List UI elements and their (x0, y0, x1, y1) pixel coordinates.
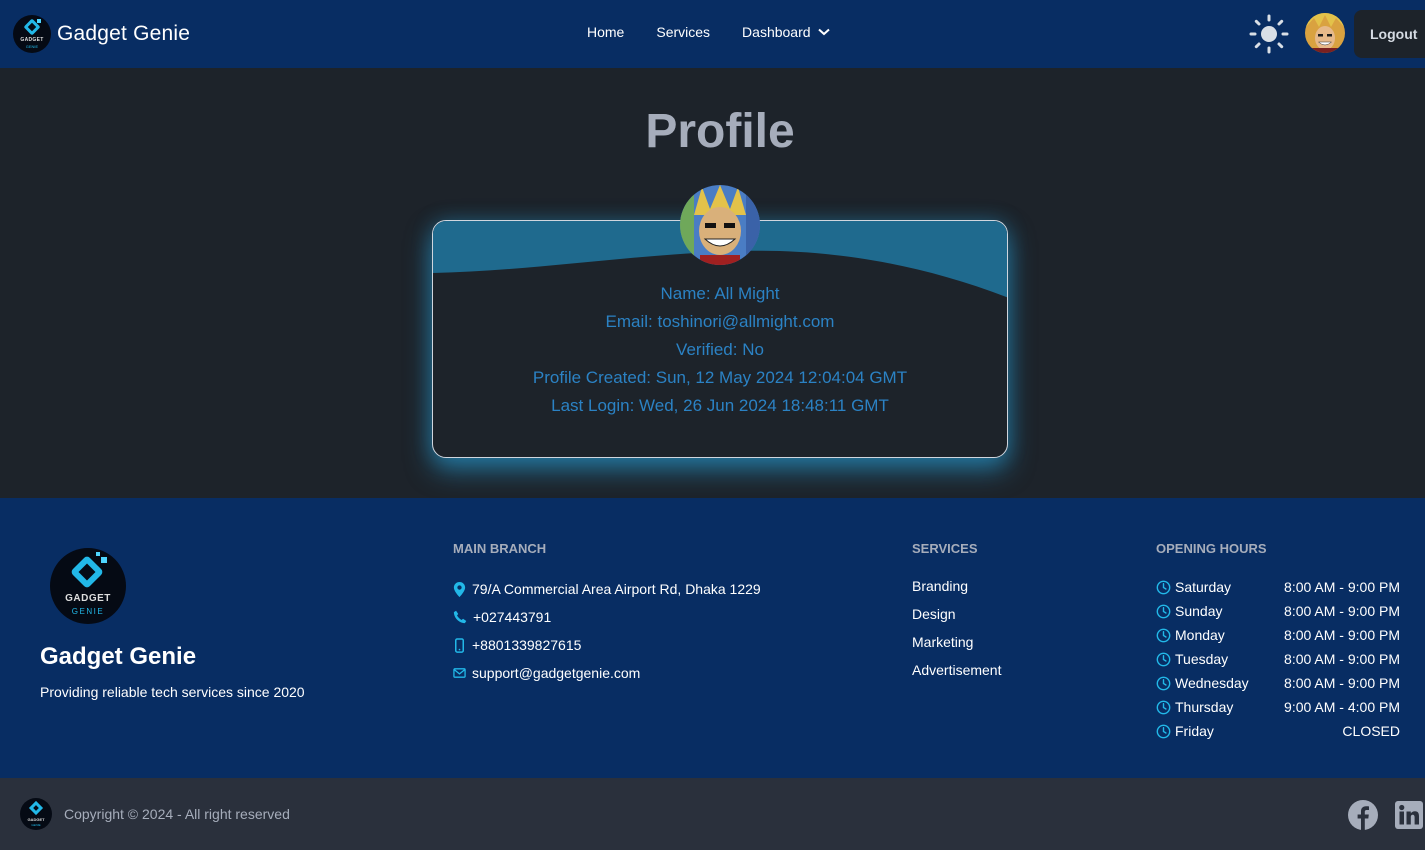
nav-home-link[interactable]: Home (587, 24, 624, 40)
nav-links: Home Services Dashboard (587, 24, 830, 40)
hours-time: 9:00 AM - 4:00 PM (1284, 699, 1400, 715)
opening-hours-heading: OPENING HOURS (1156, 541, 1267, 556)
profile-email: Email: toshinori@allmight.com (605, 312, 835, 331)
hours-day: Monday (1175, 627, 1225, 643)
service-link-advertisement[interactable]: Advertisement (912, 660, 1001, 688)
hours-day: Tuesday (1175, 651, 1229, 667)
profile-verified: Verified: No (676, 340, 764, 359)
footer-tagline: Providing reliable tech services since 2… (40, 684, 305, 700)
footer: GADGET GENIE Gadget Genie Providing reli… (0, 498, 1425, 778)
opening-hours-row: Monday 8:00 AM - 9:00 PM (1156, 623, 1400, 647)
hours-time: 8:00 AM - 9:00 PM (1284, 651, 1400, 667)
mobile-phone-icon (455, 637, 464, 653)
location-pin-icon (453, 581, 466, 597)
clock-icon (1156, 628, 1171, 642)
brand-name: Gadget Genie (57, 22, 191, 45)
profile-info: Name: All Might Email: toshinori@allmigh… (432, 280, 1008, 420)
nav-dashboard-label: Dashboard (742, 24, 811, 40)
services-list: Branding Design Marketing Advertisement (912, 576, 1001, 688)
opening-hours-row: Sunday 8:00 AM - 9:00 PM (1156, 599, 1400, 623)
user-avatar[interactable] (1305, 13, 1345, 53)
service-link-marketing[interactable]: Marketing (912, 632, 1001, 660)
profile-avatar (680, 185, 760, 265)
nav-dashboard-dropdown[interactable]: Dashboard (742, 24, 830, 40)
email-row: support@gadgetgenie.com (453, 659, 761, 687)
clock-icon (1156, 676, 1171, 690)
bottom-bar: GADGET GENIE Copyright © 2024 - All righ… (0, 778, 1425, 850)
footer-logo-icon: GADGET GENIE (50, 548, 126, 624)
clock-icon (1156, 580, 1171, 594)
address-row: 79/A Commercial Area Airport Rd, Dhaka 1… (453, 575, 761, 603)
opening-hours-row: Thursday 9:00 AM - 4:00 PM (1156, 695, 1400, 719)
clock-icon (1156, 652, 1171, 666)
hours-day: Saturday (1175, 579, 1232, 595)
copyright-text: Copyright © 2024 - All right reserved (64, 806, 290, 822)
navbar: GADGET GENIE Gadget Genie Home Services … (0, 0, 1425, 68)
gadget-genie-logo-icon: GADGET GENIE (13, 15, 51, 53)
hours-day: Sunday (1175, 603, 1223, 619)
clock-icon (1156, 604, 1171, 618)
brand-link[interactable]: GADGET GENIE Gadget Genie (13, 15, 190, 53)
profile-name: Name: All Might (660, 284, 780, 303)
main-branch-heading: MAIN BRANCH (453, 541, 547, 556)
mobile-row: +8801339827615 (453, 631, 761, 659)
main-branch-list: 79/A Commercial Area Airport Rd, Dhaka 1… (453, 575, 761, 687)
profile-created: Profile Created: Sun, 12 May 2024 12:04:… (532, 368, 908, 387)
sun-icon[interactable] (1249, 14, 1289, 54)
clock-icon (1156, 700, 1171, 714)
hours-time: 8:00 AM - 9:00 PM (1284, 603, 1400, 619)
service-link-branding[interactable]: Branding (912, 576, 1001, 604)
linkedin-icon[interactable] (1394, 800, 1424, 830)
chevron-down-icon (817, 28, 830, 36)
footer-brand: Gadget Genie (40, 643, 197, 670)
clock-icon (1156, 724, 1171, 738)
hours-day: Thursday (1175, 699, 1234, 715)
service-link-design[interactable]: Design (912, 604, 1001, 632)
opening-hours-row: Wednesday 8:00 AM - 9:00 PM (1156, 671, 1400, 695)
hours-day: Wednesday (1175, 675, 1249, 691)
services-heading: SERVICES (912, 541, 978, 556)
phone-icon (453, 610, 467, 624)
phone-row: +027443791 (453, 603, 761, 631)
hours-time: 8:00 AM - 9:00 PM (1284, 579, 1400, 595)
mail-icon (453, 668, 466, 678)
opening-hours-row: Tuesday 8:00 AM - 9:00 PM (1156, 647, 1400, 671)
opening-hours-list: Saturday 8:00 AM - 9:00 PM Sunday 8:00 AM -… (1156, 575, 1400, 743)
hours-time: CLOSED (1342, 723, 1400, 739)
logout-button[interactable]: Logout (1354, 10, 1425, 58)
nav-services-link[interactable]: Services (656, 24, 710, 40)
facebook-icon[interactable] (1348, 800, 1378, 830)
bottom-logo-icon: GADGET GENIE (20, 798, 52, 830)
opening-hours-row: Saturday 8:00 AM - 9:00 PM (1156, 575, 1400, 599)
profile-last-login: Last Login: Wed, 26 Jun 2024 18:48:11 GM… (551, 396, 889, 415)
hours-day: Friday (1175, 723, 1214, 739)
opening-hours-row: Friday CLOSED (1156, 719, 1400, 743)
hours-time: 8:00 AM - 9:00 PM (1284, 627, 1400, 643)
hours-time: 8:00 AM - 9:00 PM (1284, 675, 1400, 691)
page-title: Profile (645, 105, 795, 158)
